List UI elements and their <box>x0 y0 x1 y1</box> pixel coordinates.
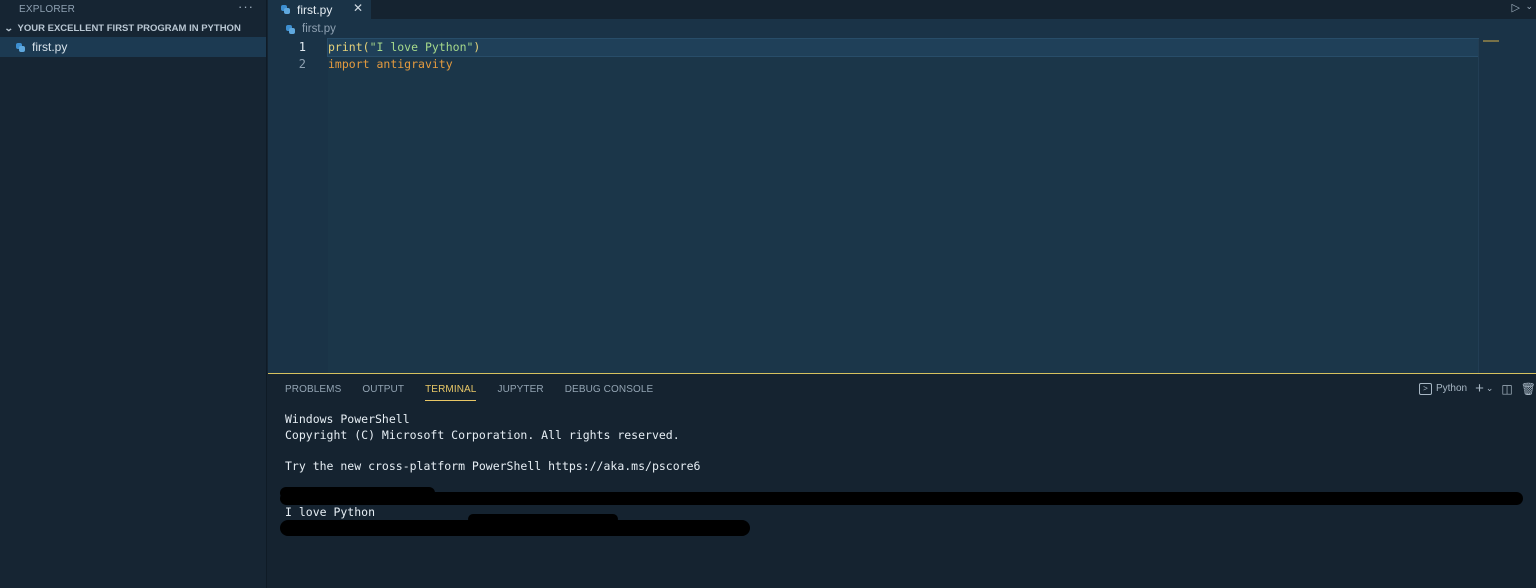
tab-problems[interactable]: PROBLEMS <box>285 374 341 404</box>
close-tab-icon[interactable]: ✕ <box>353 1 363 15</box>
terminal-line: Try the new cross-platform PowerShell ht… <box>285 458 701 473</box>
code-token-module: antigravity <box>376 57 453 71</box>
chevron-down-icon: ⌄ <box>3 22 14 33</box>
code-token-keyword: import <box>328 57 370 71</box>
editor-area: first.py ✕ ▷ ⌄ first.py 1 2 print("I lov… <box>268 0 1536 373</box>
explorer-sidebar: EXPLORER ··· ⌄ YOUR EXCELLENT FIRST PROG… <box>0 0 267 588</box>
tab-debug-console[interactable]: DEBUG CONSOLE <box>565 374 654 404</box>
kill-terminal-icon[interactable]: 🗑 <box>1521 382 1536 396</box>
workspace-folder-label: YOUR EXCELLENT FIRST PROGRAM IN PYTHON <box>17 22 241 34</box>
code-token-string: "I love Python" <box>369 40 474 54</box>
redaction-mark <box>468 514 618 524</box>
new-terminal-icon[interactable]: + <box>1475 380 1484 397</box>
terminal-icon: > <box>1418 382 1432 395</box>
minimap[interactable] <box>1478 39 1536 373</box>
code-token-paren: ( <box>362 40 370 54</box>
more-actions-icon[interactable]: ··· <box>238 0 254 14</box>
tab-terminal[interactable]: TERMINAL <box>425 379 477 401</box>
split-terminal-icon[interactable]: ◫ <box>1501 382 1512 396</box>
tab-output[interactable]: OUTPUT <box>362 374 404 404</box>
python-file-icon <box>281 5 290 14</box>
panel-tab-bar: PROBLEMS OUTPUT TERMINAL JUPYTER DEBUG C… <box>268 374 1536 404</box>
code-line[interactable]: print("I love Python") <box>327 38 1479 57</box>
terminal-line: Windows PowerShell <box>285 412 410 426</box>
explorer-title: EXPLORER <box>19 4 76 15</box>
line-number: 2 <box>298 57 306 71</box>
workspace-folder[interactable]: ⌄ YOUR EXCELLENT FIRST PROGRAM IN PYTHON <box>0 19 266 37</box>
minimap-code-mark <box>1483 40 1499 42</box>
code-editor[interactable]: print("I love Python") import antigravit… <box>327 38 1479 373</box>
tab-first-py[interactable]: first.py ✕ <box>268 0 371 19</box>
python-file-icon <box>16 42 25 52</box>
explorer-header: EXPLORER ··· <box>0 0 266 19</box>
chevron-down-icon[interactable]: ⌄ <box>1525 1 1533 12</box>
run-python-file-icon[interactable]: ▷ <box>1512 1 1520 14</box>
line-number-gutter: 1 2 <box>268 39 328 373</box>
chevron-down-icon[interactable]: ⌄ <box>1486 383 1494 394</box>
breadcrumb-file[interactable]: first.py <box>302 23 336 35</box>
file-item-first-py[interactable]: first.py <box>0 37 266 57</box>
panel-actions: > Python + ⌄ ◫ 🗑 <box>1418 380 1536 397</box>
breadcrumb[interactable]: first.py <box>268 19 1536 39</box>
python-file-icon <box>286 24 295 34</box>
code-line[interactable]: import antigravity <box>328 56 1478 73</box>
redaction-mark <box>280 492 1523 505</box>
file-item-label: first.py <box>32 40 68 54</box>
terminal-shell-label: Python <box>1435 383 1468 394</box>
tab-jupyter[interactable]: JUPYTER <box>497 374 543 404</box>
bottom-panel: PROBLEMS OUTPUT TERMINAL JUPYTER DEBUG C… <box>268 373 1536 588</box>
editor-tab-bar: first.py ✕ ▷ ⌄ <box>268 0 1536 19</box>
code-token-paren: ) <box>473 40 481 54</box>
terminal-line: Copyright (C) Microsoft Corporation. All… <box>285 427 680 442</box>
code-token-function: print <box>328 40 363 54</box>
tab-label: first.py <box>297 2 333 17</box>
terminal-selector[interactable]: > Python <box>1418 382 1468 395</box>
line-number: 1 <box>298 40 306 54</box>
